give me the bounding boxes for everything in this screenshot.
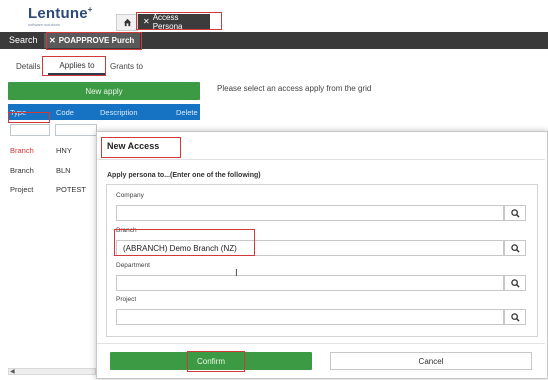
subtab-applies-to[interactable]: Applies to: [48, 57, 106, 75]
table-row[interactable]: Branch: [10, 146, 34, 155]
dialog-title-bar: [97, 132, 545, 160]
tab-poapprove[interactable]: ✕ POAPPROVE Purch: [44, 33, 140, 48]
department-field[interactable]: [116, 275, 504, 291]
project-search-button[interactable]: [504, 309, 526, 325]
app-logo: Lentune+: [28, 5, 93, 22]
project-label: Project: [116, 296, 137, 303]
search-icon: [510, 208, 520, 218]
home-tab[interactable]: [116, 14, 138, 31]
branch-search-button[interactable]: [504, 240, 526, 256]
company-search-button[interactable]: [504, 205, 526, 221]
row-code: HNY: [56, 146, 72, 155]
project-field[interactable]: [116, 309, 504, 325]
col-delete[interactable]: Delete: [176, 108, 198, 117]
department-search-button[interactable]: [504, 275, 526, 291]
search-icon: [510, 312, 520, 322]
dialog-title: New Access: [107, 141, 160, 151]
row-type: Project: [10, 185, 34, 194]
filter-type[interactable]: [10, 124, 50, 136]
grid-header: Type Code Description Delete: [8, 104, 200, 120]
company-label: Company: [116, 192, 144, 199]
tab-label: Access Persona: [152, 12, 183, 31]
logo-subtitle: software solutions: [28, 22, 61, 27]
confirm-button[interactable]: Confirm: [110, 352, 312, 370]
search-icon: [510, 243, 520, 253]
dialog-instruction: Apply persona to...(Enter one of the fol…: [107, 172, 261, 179]
filter-code[interactable]: [55, 124, 97, 136]
subtab-label: Applies to: [59, 60, 95, 70]
close-icon[interactable]: ✕: [143, 17, 150, 26]
table-row[interactable]: Branch: [10, 166, 34, 175]
col-type[interactable]: Type: [10, 108, 26, 117]
row-type: Branch: [10, 146, 34, 155]
dialog-footer-divider: [97, 343, 545, 344]
tab-label: POAPPROVE Purch: [58, 36, 135, 45]
nav-search[interactable]: Search: [9, 35, 38, 45]
row-type: Branch: [10, 166, 34, 175]
select-hint: Please select an access apply from the g…: [217, 84, 372, 93]
col-description[interactable]: Description: [100, 108, 138, 117]
cancel-button[interactable]: Cancel: [330, 352, 532, 370]
col-code[interactable]: Code: [56, 108, 74, 117]
row-code: BLN: [56, 166, 71, 175]
home-icon: [123, 18, 131, 27]
subtab-details[interactable]: Details: [16, 62, 40, 71]
company-field[interactable]: [116, 205, 504, 221]
department-label: Department: [116, 262, 150, 269]
text-cursor-icon: I: [235, 268, 238, 279]
branch-label: Branch: [116, 227, 137, 234]
close-icon[interactable]: ✕: [49, 36, 56, 45]
branch-field[interactable]: (ABRANCH) Demo Branch (NZ): [116, 240, 504, 256]
row-code: POTEST: [56, 185, 87, 194]
horizontal-scrollbar[interactable]: [8, 368, 96, 375]
subtab-grants-to[interactable]: Grants to: [110, 62, 143, 71]
scroll-left-icon[interactable]: ◀: [10, 368, 15, 375]
new-apply-button[interactable]: New apply: [8, 82, 200, 100]
search-icon: [510, 278, 520, 288]
table-row[interactable]: Project: [10, 185, 33, 194]
tab-access-persona[interactable]: ✕ Access Persona: [138, 12, 210, 31]
